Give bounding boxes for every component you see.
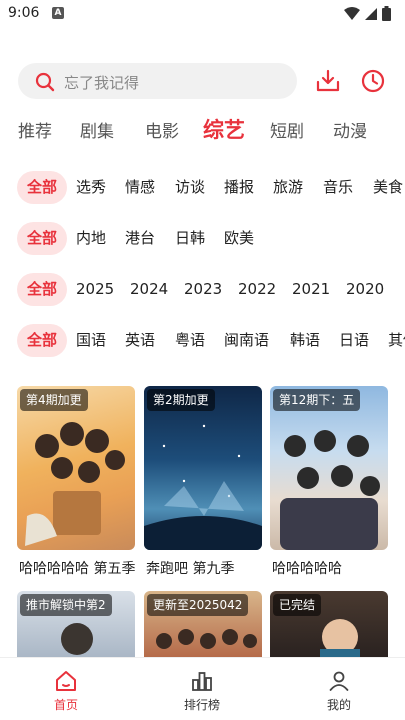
signal-icon	[365, 7, 377, 20]
filter-option[interactable]: 美食	[373, 171, 403, 204]
search-icon	[35, 72, 55, 92]
filter-option[interactable]: 2023	[184, 273, 222, 306]
show-card[interactable]: 第4期加更 哈哈哈哈哈 第五季	[17, 386, 135, 581]
episode-badge: 第12期下：五	[273, 389, 361, 411]
nav-profile-label: 我的	[326, 698, 351, 712]
search-bar[interactable]: 忘了我记得	[18, 63, 297, 99]
show-title: 奔跑吧 第九季	[146, 561, 235, 577]
search-placeholder: 忘了我记得	[64, 74, 140, 92]
filter-option[interactable]: 2022	[238, 273, 276, 306]
home-icon	[56, 671, 76, 691]
bottom-nav: 首页 排行榜 我的	[0, 657, 405, 720]
episode-badge: 更新至2025042	[147, 594, 249, 616]
show-title: 哈哈哈哈哈 第五季	[19, 561, 135, 577]
show-title: 哈哈哈哈哈	[272, 561, 342, 577]
show-poster[interactable]: 更新至2025042	[144, 591, 262, 657]
show-poster[interactable]: 第2期加更	[144, 386, 262, 550]
filter-option[interactable]: 音乐	[323, 171, 353, 204]
filter-option[interactable]: 访谈	[175, 171, 205, 204]
filter-genre-all[interactable]: 全部	[17, 171, 67, 204]
filter-option[interactable]: 国语	[76, 324, 106, 357]
filter-language-all[interactable]: 全部	[17, 324, 67, 357]
status-bar: 9:06 A	[0, 0, 405, 28]
nav-home-label: 首页	[53, 698, 78, 712]
wifi-icon	[344, 6, 360, 20]
filter-row-region: 全部 内地 港台 日韩 欧美	[0, 222, 405, 256]
show-card[interactable]: 更新至2025042	[144, 591, 262, 657]
show-card[interactable]: 推市解锁中第2	[17, 591, 135, 657]
filter-option[interactable]: 闽南语	[224, 324, 269, 357]
episode-badge: 第4期加更	[20, 389, 88, 411]
tab-movies[interactable]: 电影	[145, 117, 179, 147]
nav-ranking-label: 排行榜	[183, 698, 220, 712]
tab-anime[interactable]: 动漫	[333, 117, 367, 147]
show-card[interactable]: 第2期加更 奔跑吧 第九季	[144, 386, 262, 581]
user-icon	[329, 671, 349, 691]
status-time: 9:06	[8, 5, 40, 21]
show-card[interactable]: 已完结	[270, 591, 388, 657]
filter-option[interactable]: 2020	[346, 273, 384, 306]
nav-ranking[interactable]: 排行榜	[152, 658, 252, 720]
notification-app-icon: A	[52, 7, 64, 19]
filter-option[interactable]: 英语	[125, 324, 155, 357]
filter-row-year: 全部 2025 2024 2023 2022 2021 2020	[0, 273, 405, 307]
show-poster[interactable]: 已完结	[270, 591, 388, 657]
episode-badge: 推市解锁中第2	[20, 594, 112, 616]
filter-option[interactable]: 2021	[292, 273, 330, 306]
download-icon[interactable]	[315, 68, 341, 94]
show-card[interactable]: 第12期下：五 哈哈哈哈哈	[270, 386, 388, 581]
tab-recommend[interactable]: 推荐	[18, 117, 52, 147]
show-poster[interactable]: 第4期加更	[17, 386, 135, 550]
filter-option[interactable]: 韩语	[290, 324, 320, 357]
filter-option[interactable]: 旅游	[273, 171, 303, 204]
tab-variety[interactable]: 综艺	[203, 115, 245, 145]
filter-option[interactable]: 选秀	[76, 171, 106, 204]
episode-badge: 已完结	[273, 594, 322, 616]
nav-home[interactable]: 首页	[16, 658, 116, 720]
filter-option[interactable]: 粤语	[175, 324, 205, 357]
filter-row-language: 全部 国语 英语 粤语 闽南语 韩语 日语 其他	[0, 324, 405, 358]
tab-short-drama[interactable]: 短剧	[270, 117, 304, 147]
filter-year-all[interactable]: 全部	[17, 273, 67, 306]
filter-option[interactable]: 内地	[76, 222, 106, 255]
filter-option[interactable]: 播报	[224, 171, 254, 204]
show-poster[interactable]: 推市解锁中第2	[17, 591, 135, 657]
filter-option[interactable]: 情感	[125, 171, 155, 204]
status-icons	[344, 6, 391, 21]
filter-option[interactable]: 港台	[125, 222, 155, 255]
category-tabs: 推荐 剧集 电影 综艺 短剧 动漫	[0, 117, 405, 147]
filter-option[interactable]: 2025	[76, 273, 114, 306]
ranking-chart-icon	[192, 672, 212, 691]
filter-option[interactable]: 日韩	[175, 222, 205, 255]
filter-option[interactable]: 欧美	[224, 222, 254, 255]
tab-series[interactable]: 剧集	[80, 117, 114, 147]
battery-icon	[382, 6, 391, 21]
episode-badge: 第2期加更	[147, 389, 215, 411]
nav-profile[interactable]: 我的	[289, 658, 389, 720]
filter-option[interactable]: 其他	[388, 324, 405, 357]
filter-row-genre: 全部 选秀 情感 访谈 播报 旅游 音乐 美食	[0, 171, 405, 205]
filter-option[interactable]: 日语	[339, 324, 369, 357]
show-poster[interactable]: 第12期下：五	[270, 386, 388, 550]
filter-region-all[interactable]: 全部	[17, 222, 67, 255]
filter-option[interactable]: 2024	[130, 273, 168, 306]
history-clock-icon[interactable]	[360, 68, 386, 94]
